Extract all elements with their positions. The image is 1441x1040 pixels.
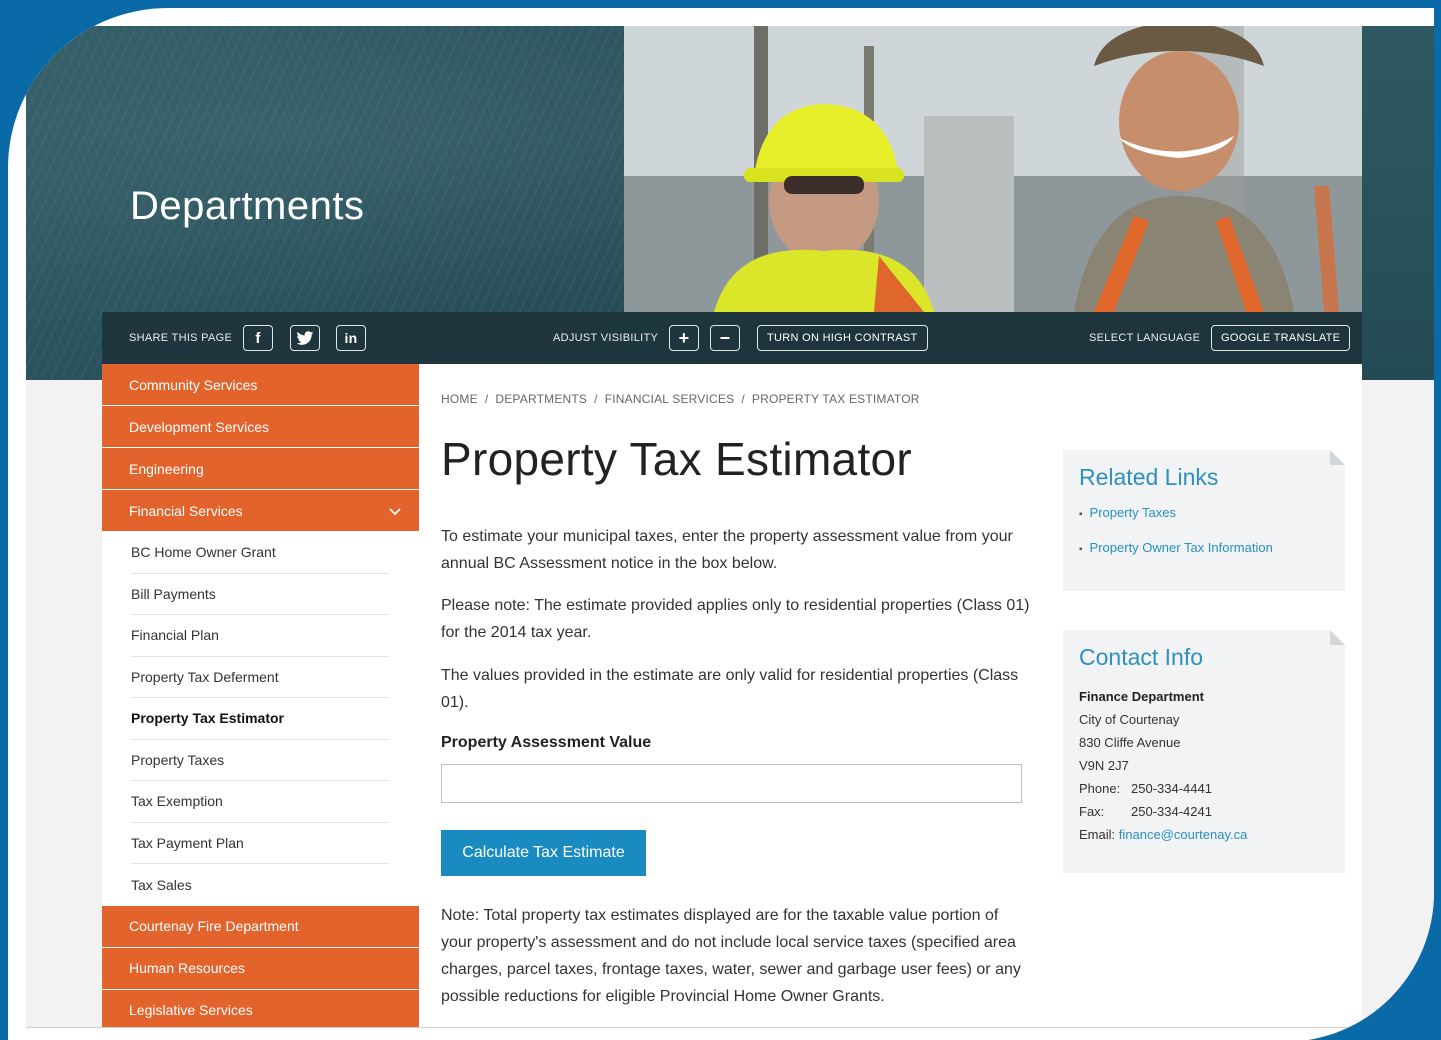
related-links-title: Related Links	[1079, 464, 1219, 490]
sidebar-subitem-bc-home-owner-grant[interactable]: BC Home Owner Grant	[131, 532, 389, 574]
google-translate-button[interactable]: Google Translate	[1211, 325, 1351, 351]
assessment-value-input[interactable]	[441, 764, 1022, 803]
hero-photo	[624, 26, 1362, 312]
contact-org: City of Courtenay	[1079, 712, 1180, 727]
sidebar-item-human-resources[interactable]: Human Resources	[102, 947, 419, 989]
contact-email: Email: finance@courtenay.ca	[1079, 827, 1248, 842]
breadcrumb: Home / Departments / Financial Services / Prop…	[441, 392, 920, 406]
financial-services-submenu: BC Home Owner Grant Bill Payments Financ…	[102, 532, 419, 906]
sidebar-item-courtenay-fire-department[interactable]: Courtenay Fire Department	[102, 905, 419, 947]
chevron-down-icon[interactable]	[389, 503, 401, 519]
contact-info-box: Contact Info Finance Department City of …	[1063, 630, 1345, 873]
related-links-box: Related Links Property Taxes Property Ow…	[1063, 450, 1345, 591]
contact-address: 830 Cliffe Avenue	[1079, 735, 1181, 750]
twitter-icon[interactable]	[290, 325, 320, 351]
sidebar-item-engineering[interactable]: Engineering	[102, 448, 419, 489]
breadcrumb-departments[interactable]: Departments	[495, 392, 587, 406]
sidebar-subitem-property-tax-deferment[interactable]: Property Tax Deferment	[131, 657, 389, 698]
note-paragraph: Please note: The estimate provided appli…	[441, 597, 1030, 641]
visibility-label: Adjust visibility	[553, 332, 659, 344]
sidebar-item-label: Legislative Services	[129, 1002, 253, 1018]
plus-icon[interactable]: +	[669, 325, 699, 351]
contact-phone: Phone: 250-334-4441	[1079, 781, 1212, 796]
sidebar-subitem-bill-payments[interactable]: Bill Payments	[131, 574, 389, 615]
sidebar-subitem-tax-payment-plan[interactable]: Tax Payment Plan	[131, 823, 389, 864]
contact-postal: V9N 2J7	[1079, 758, 1129, 773]
related-links-list: Property Taxes Property Owner Tax Inform…	[1079, 505, 1329, 555]
corner-fold-icon	[1330, 450, 1345, 465]
language-label: Select language	[1089, 332, 1201, 344]
high-contrast-button[interactable]: Turn on high contrast	[757, 325, 928, 351]
facebook-icon[interactable]: f	[243, 325, 273, 351]
breadcrumb-home[interactable]: Home	[441, 392, 478, 406]
breadcrumb-current: Property Tax Estimator	[751, 392, 920, 406]
contact-department: Finance Department	[1079, 689, 1204, 704]
calculate-tax-estimate-button[interactable]: Calculate Tax Estimate	[441, 830, 646, 876]
sidebar-subitem-property-taxes[interactable]: Property Taxes	[131, 740, 389, 781]
related-link-property-taxes[interactable]: Property Taxes	[1079, 505, 1329, 520]
hero-title: Departments	[130, 184, 365, 228]
related-link-property-owner-tax-information[interactable]: Property Owner Tax Information	[1079, 540, 1329, 555]
share-label: Share this page	[129, 332, 233, 344]
corner-fold-icon	[1330, 630, 1345, 645]
contact-info-title: Contact Info	[1079, 644, 1204, 670]
sidebar-nav: Community Services Development Services …	[102, 364, 419, 1027]
sidebar-item-legislative-services[interactable]: Legislative Services	[102, 989, 419, 1027]
sidebar-subitem-tax-sales[interactable]: Tax Sales	[131, 864, 389, 906]
page-title: Property Tax Estimator	[441, 433, 913, 485]
sidebar-item-development-services[interactable]: Development Services	[102, 406, 419, 447]
sidebar-item-label: Development Services	[129, 418, 270, 435]
minus-icon[interactable]: −	[710, 325, 740, 351]
page-frame: Departments Share this page f in Adjust …	[8, 8, 1434, 1040]
page: Departments Share this page f in Adjust …	[26, 26, 1434, 1028]
hero-banner: Departments Share this page f in Adjust …	[26, 26, 1434, 380]
assessment-value-label: Property Assessment Value	[441, 734, 652, 751]
sidebar-item-label: Engineering	[129, 460, 204, 477]
sidebar-subitem-property-tax-estimator[interactable]: Property Tax Estimator	[131, 698, 389, 740]
sidebar-subitem-financial-plan[interactable]: Financial Plan	[131, 615, 389, 657]
sidebar-item-financial-services[interactable]: Financial Services	[102, 490, 419, 531]
hero-edge	[1362, 26, 1434, 380]
accessibility-toolbar: Share this page f in Adjust visibility +…	[102, 312, 1362, 364]
intro-paragraph: To estimate your municipal taxes, enter …	[441, 528, 1013, 572]
validity-paragraph: The values provided in the estimate are …	[441, 667, 1019, 711]
main-content: Home / Departments / Financial Services / Prop…	[419, 364, 1362, 1027]
email-link[interactable]: finance@courtenay.ca	[1119, 827, 1248, 842]
sidebar-item-community-services[interactable]: Community Services	[102, 364, 419, 405]
linkedin-icon[interactable]: in	[336, 325, 366, 351]
footer-note-paragraph: Note: Total property tax estimates displ…	[441, 907, 1021, 1005]
sidebar-item-label: Community Services	[129, 376, 258, 393]
breadcrumb-financial-services[interactable]: Financial Services	[605, 392, 735, 406]
sidebar-subitem-tax-exemption[interactable]: Tax Exemption	[131, 781, 389, 823]
twitter-bird-glyph	[296, 330, 314, 345]
sidebar-item-label: Financial Services	[129, 502, 243, 519]
contact-fax: Fax: 250-334-4241	[1079, 804, 1212, 819]
sidebar-item-label: Human Resources	[129, 960, 245, 976]
workers-photo	[624, 26, 1362, 312]
sidebar-item-label: Courtenay Fire Department	[129, 918, 299, 934]
chevron-glyph	[389, 507, 401, 515]
